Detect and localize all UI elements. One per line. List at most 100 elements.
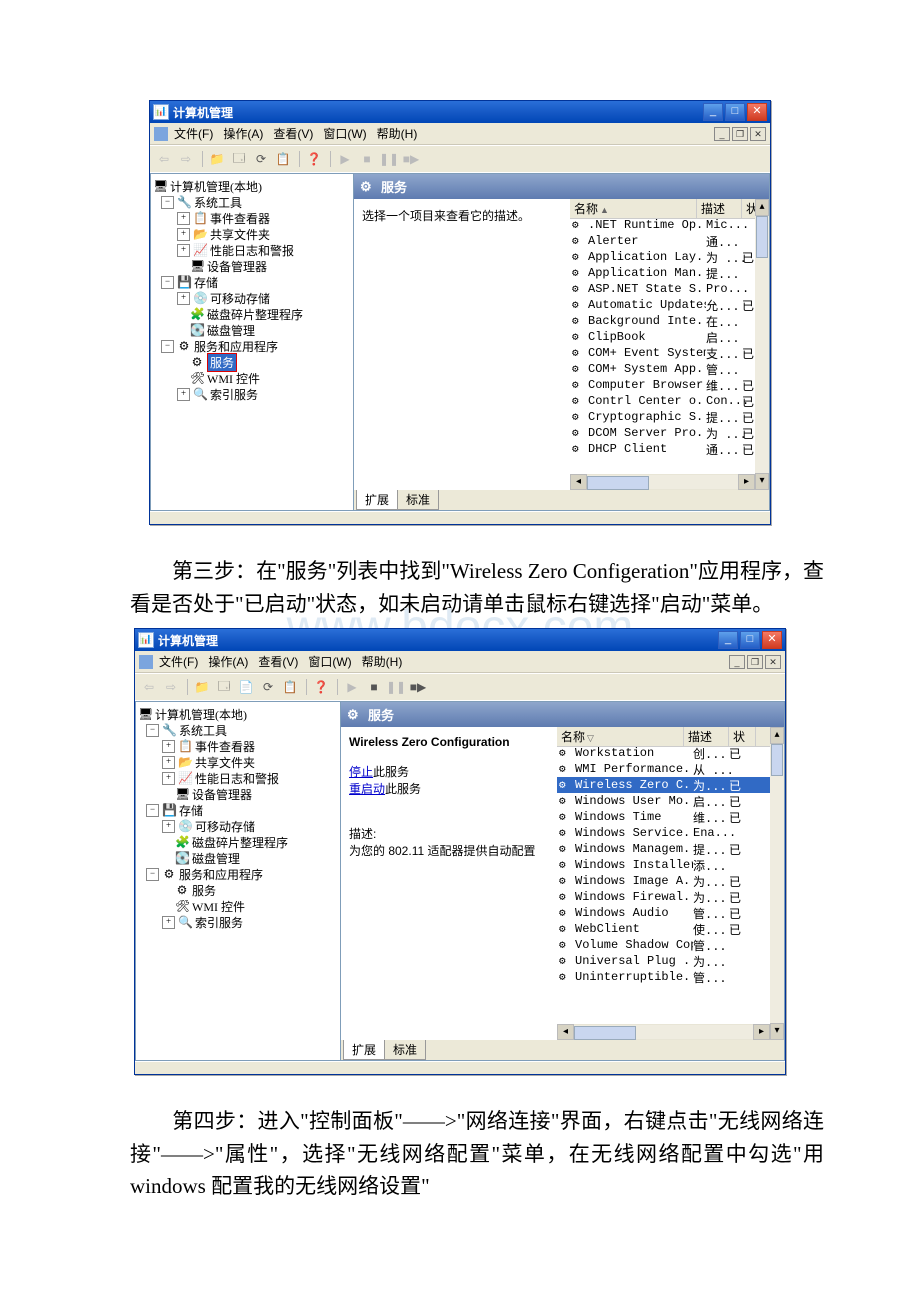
stop-button[interactable]: ■ xyxy=(364,677,384,697)
scroll-right-icon[interactable]: ▸ xyxy=(753,1024,770,1040)
service-row[interactable]: ⚙Universal Plug ...为... xyxy=(557,953,784,969)
mdi-close[interactable]: ✕ xyxy=(750,127,766,141)
hscroll-thumb[interactable] xyxy=(587,476,649,490)
scroll-up-icon[interactable]: ▴ xyxy=(755,199,769,216)
mdi-minimize[interactable]: _ xyxy=(714,127,730,141)
maximize-button[interactable]: □ xyxy=(740,631,760,649)
menu-view[interactable]: 查看(V) xyxy=(258,653,298,670)
scroll-thumb[interactable] xyxy=(756,216,768,258)
service-row[interactable]: ⚙Windows Managem...提...已 xyxy=(557,841,784,857)
restart-button[interactable]: ■▶ xyxy=(408,677,428,697)
service-row[interactable]: ⚙Computer Browser维...已 xyxy=(570,377,769,393)
tree-wmi[interactable]: WMI 控件 xyxy=(192,898,245,915)
tree-storage[interactable]: 存储 xyxy=(194,274,218,291)
tab-extended[interactable]: 扩展 xyxy=(356,490,398,510)
service-row[interactable]: ⚙Windows Time维...已 xyxy=(557,809,784,825)
service-row[interactable]: ⚙ClipBook启... xyxy=(570,329,769,345)
services-list[interactable]: 名称▲ 描述 状 ⚙.NET Runtime Op...Mic...⚙Alert… xyxy=(570,199,769,490)
tree-removable[interactable]: 可移动存储 xyxy=(210,290,270,307)
console-tree[interactable]: 🖥计算机管理(本地) −🔧系统工具 +📋事件查看器 +📂共享文件夹 +📈性能日志… xyxy=(150,173,354,511)
service-row[interactable]: ⚙Volume Shadow Copy管... xyxy=(557,937,784,953)
tree-diskmgmt[interactable]: 磁盘管理 xyxy=(207,322,255,339)
stop-service-link[interactable]: 停止 xyxy=(349,765,373,779)
service-row[interactable]: ⚙Windows User Mo...启...已 xyxy=(557,793,784,809)
menu-action[interactable]: 操作(A) xyxy=(223,125,263,142)
horizontal-scrollbar[interactable]: ◂ ▸ xyxy=(557,1024,770,1040)
service-row[interactable]: ⚙Wireless Zero C...为...已 xyxy=(557,777,784,793)
collapse-icon[interactable]: − xyxy=(161,196,174,209)
tree-diskmgmt[interactable]: 磁盘管理 xyxy=(192,850,240,867)
restart-service-link[interactable]: 重启动 xyxy=(349,782,385,796)
titlebar[interactable]: 📊 计算机管理 _ □ ✕ xyxy=(150,101,770,123)
tab-extended[interactable]: 扩展 xyxy=(343,1040,385,1060)
service-row[interactable]: ⚙Cryptographic S...提...已 xyxy=(570,409,769,425)
service-row[interactable]: ⚙Alerter通... xyxy=(570,233,769,249)
mdi-close[interactable]: ✕ xyxy=(765,655,781,669)
props-button[interactable]: 🗔 xyxy=(229,149,249,169)
export-button[interactable]: 📋 xyxy=(280,677,300,697)
tree-wmi[interactable]: WMI 控件 xyxy=(207,370,260,387)
service-row[interactable]: ⚙Workstation创...已 xyxy=(557,745,784,761)
service-row[interactable]: ⚙Windows Audio管...已 xyxy=(557,905,784,921)
tab-standard[interactable]: 标准 xyxy=(384,1040,426,1060)
up-button[interactable]: 📁 xyxy=(207,149,227,169)
service-row[interactable]: ⚙WMI Performance...从 ... xyxy=(557,761,784,777)
list-header[interactable]: 名称▽ 描述 状 xyxy=(557,727,784,747)
services-list[interactable]: 名称▽ 描述 状 ⚙Workstation创...已⚙WMI Performan… xyxy=(557,727,784,1040)
service-row[interactable]: ⚙WebClient使...已 xyxy=(557,921,784,937)
tree-services[interactable]: 服务 xyxy=(192,882,216,899)
close-button[interactable]: ✕ xyxy=(762,631,782,649)
tree-perf[interactable]: 性能日志和警报 xyxy=(195,770,279,787)
help-button[interactable]: ❓ xyxy=(311,677,331,697)
col-status[interactable]: 状 xyxy=(729,727,756,746)
expand-icon[interactable]: + xyxy=(177,212,190,225)
maximize-button[interactable]: □ xyxy=(725,103,745,121)
scroll-down-icon[interactable]: ▾ xyxy=(755,473,769,490)
scroll-left-icon[interactable]: ◂ xyxy=(570,474,587,490)
tree-eventviewer[interactable]: 事件查看器 xyxy=(195,738,255,755)
tree-storage[interactable]: 存储 xyxy=(179,802,203,819)
col-desc[interactable]: 描述 xyxy=(697,199,742,218)
horizontal-scrollbar[interactable]: ◂ ▸ xyxy=(570,474,755,490)
tree-indexing[interactable]: 索引服务 xyxy=(210,386,258,403)
refresh-button[interactable]: ⟳ xyxy=(258,677,278,697)
vertical-scrollbar[interactable]: ▴ ▾ xyxy=(770,727,784,1040)
vertical-scrollbar[interactable]: ▴ ▾ xyxy=(755,199,769,490)
scroll-down-icon[interactable]: ▾ xyxy=(770,1023,784,1040)
mdi-restore[interactable]: ❐ xyxy=(747,655,763,669)
service-row[interactable]: ⚙DHCP Client通...已 xyxy=(570,441,769,457)
service-row[interactable]: ⚙Uninterruptible...管... xyxy=(557,969,784,985)
service-row[interactable]: ⚙Background Inte...在... xyxy=(570,313,769,329)
tree-removable[interactable]: 可移动存储 xyxy=(195,818,255,835)
service-row[interactable]: ⚙.NET Runtime Op...Mic... xyxy=(570,217,769,233)
service-row[interactable]: ⚙COM+ Event System支...已 xyxy=(570,345,769,361)
menu-help[interactable]: 帮助(H) xyxy=(377,125,418,142)
tree-root[interactable]: 计算机管理(本地) xyxy=(155,706,247,723)
tree-systools[interactable]: 系统工具 xyxy=(194,194,242,211)
scroll-left-icon[interactable]: ◂ xyxy=(557,1024,574,1040)
tree-shared[interactable]: 共享文件夹 xyxy=(210,226,270,243)
service-row[interactable]: ⚙Application Man...提... xyxy=(570,265,769,281)
mdi-restore[interactable]: ❐ xyxy=(732,127,748,141)
export-button[interactable]: 📋 xyxy=(273,149,293,169)
tab-standard[interactable]: 标准 xyxy=(397,490,439,510)
tree-svcapps[interactable]: 服务和应用程序 xyxy=(179,866,263,883)
console-tree[interactable]: 🖥计算机管理(本地) −🔧系统工具 +📋事件查看器 +📂共享文件夹 +📈性能日志… xyxy=(135,701,341,1061)
menu-window[interactable]: 窗口(W) xyxy=(323,125,366,142)
service-row[interactable]: ⚙Contrl Center o...Con...已 xyxy=(570,393,769,409)
menu-file[interactable]: 文件(F) xyxy=(174,125,213,142)
properties-button[interactable]: 📄 xyxy=(236,677,256,697)
service-row[interactable]: ⚙Windows Service...Ena... xyxy=(557,825,784,841)
tree-defrag[interactable]: 磁盘碎片整理程序 xyxy=(192,834,288,851)
minimize-button[interactable]: _ xyxy=(703,103,723,121)
scroll-up-icon[interactable]: ▴ xyxy=(770,727,784,744)
menu-file[interactable]: 文件(F) xyxy=(159,653,198,670)
help-button[interactable]: ❓ xyxy=(304,149,324,169)
service-row[interactable]: ⚙COM+ System App...管... xyxy=(570,361,769,377)
service-row[interactable]: ⚙Application Lay...为 ...已 xyxy=(570,249,769,265)
tree-perf[interactable]: 性能日志和警报 xyxy=(210,242,294,259)
menu-help[interactable]: 帮助(H) xyxy=(362,653,403,670)
col-name[interactable]: 名称 xyxy=(574,202,598,216)
service-row[interactable]: ⚙Windows Image A...为...已 xyxy=(557,873,784,889)
service-row[interactable]: ⚙DCOM Server Pro...为 ...已 xyxy=(570,425,769,441)
